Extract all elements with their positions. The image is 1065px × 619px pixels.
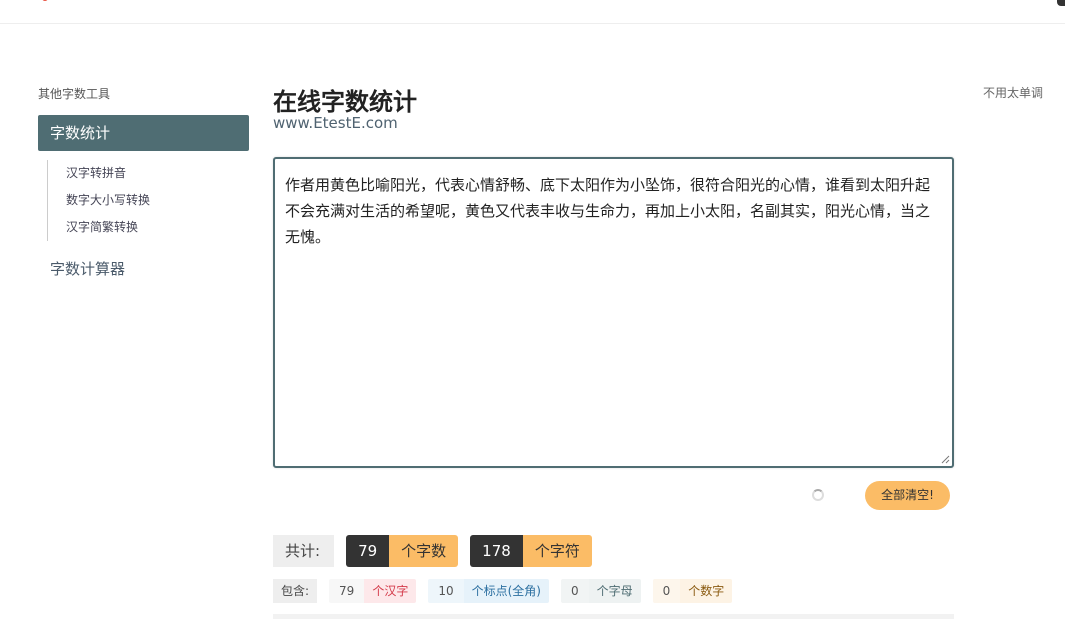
sidebar-item-calculator[interactable]: 字数计算器 bbox=[50, 258, 125, 279]
details-row: 包含: 79 个汉字 10 个标点(全角) 0 个字母 0 个数字 bbox=[273, 579, 733, 603]
sidebar-item-number-case[interactable]: 数字大小写转换 bbox=[48, 187, 247, 214]
logo-mark bbox=[42, 0, 48, 1]
details-label: 包含: bbox=[273, 579, 318, 603]
digit-count-chip: 0 个数字 bbox=[652, 579, 733, 603]
top-bar bbox=[0, 0, 1065, 24]
hanzi-count-chip: 79 个汉字 bbox=[329, 579, 417, 603]
sidebar-submenu: 汉字转拼音 数字大小写转换 汉字简繁转换 bbox=[47, 160, 247, 241]
punct-count-unit: 个标点(全角) bbox=[463, 579, 549, 603]
punct-count-chip: 10 个标点(全角) bbox=[428, 579, 549, 603]
totals-row: 共计: 79 个字数 178 个字符 bbox=[273, 535, 592, 567]
page-subtitle: www.EtestE.com bbox=[273, 114, 398, 132]
resize-handle-icon[interactable] bbox=[940, 454, 950, 464]
sidebar-title: 其他字数工具 bbox=[38, 87, 111, 101]
sidebar-item-simp-trad[interactable]: 汉字简繁转换 bbox=[48, 214, 247, 241]
hanzi-count-unit: 个汉字 bbox=[364, 579, 417, 603]
char-count-unit: 个字符 bbox=[522, 535, 592, 567]
clear-all-button[interactable]: 全部清空! bbox=[865, 481, 950, 510]
text-input-area[interactable]: 作者用黄色比喻阳光，代表心情舒畅、底下太阳作为小坠饰，很符合阳光的心情，谁看到太… bbox=[273, 157, 954, 468]
letter-count-value: 0 bbox=[561, 579, 589, 603]
loading-spinner-icon bbox=[812, 489, 824, 501]
digit-count-unit: 个数字 bbox=[680, 579, 733, 603]
sidebar-item-word-count[interactable]: 字数统计 bbox=[38, 115, 249, 151]
letter-count-chip: 0 个字母 bbox=[561, 579, 641, 603]
punct-count-value: 10 bbox=[428, 579, 464, 603]
sidebar-item-pinyin[interactable]: 汉字转拼音 bbox=[48, 160, 247, 187]
bottom-strip bbox=[273, 614, 954, 619]
page-title: 在线字数统计 bbox=[273, 88, 417, 116]
hanzi-count-value: 79 bbox=[329, 579, 365, 603]
totals-label: 共计: bbox=[273, 535, 335, 567]
word-count-unit: 个字数 bbox=[389, 535, 459, 567]
corner-badge bbox=[1057, 0, 1065, 6]
char-count-stat: 178 个字符 bbox=[470, 535, 592, 567]
digit-count-value: 0 bbox=[652, 579, 681, 603]
letter-count-unit: 个字母 bbox=[588, 579, 641, 603]
editor-text: 作者用黄色比喻阳光，代表心情舒畅、底下太阳作为小坠饰，很符合阳光的心情，谁看到太… bbox=[285, 176, 931, 246]
word-count-value: 79 bbox=[346, 535, 390, 567]
char-count-value: 178 bbox=[470, 535, 523, 567]
right-note: 不用太单调 bbox=[982, 86, 1043, 100]
word-count-stat: 79 个字数 bbox=[346, 535, 459, 567]
